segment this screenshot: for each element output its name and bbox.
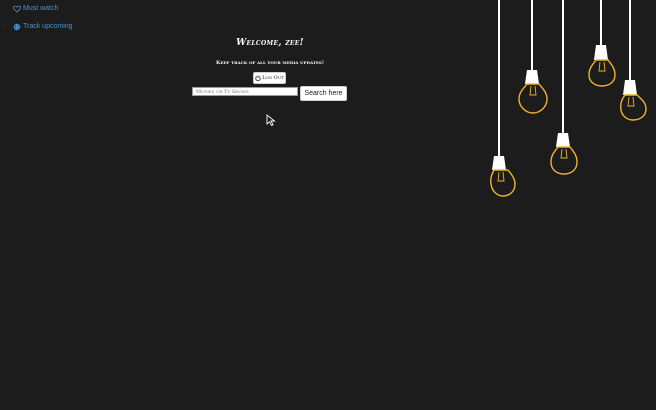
light-bulb-icon: [620, 0, 647, 121]
light-bulb-icon: [490, 0, 516, 197]
light-bulb-icon: [550, 0, 578, 175]
light-bulb-icon: [588, 0, 616, 87]
light-bulb-icon: [518, 0, 548, 114]
hanging-bulbs-decoration: [490, 0, 647, 197]
